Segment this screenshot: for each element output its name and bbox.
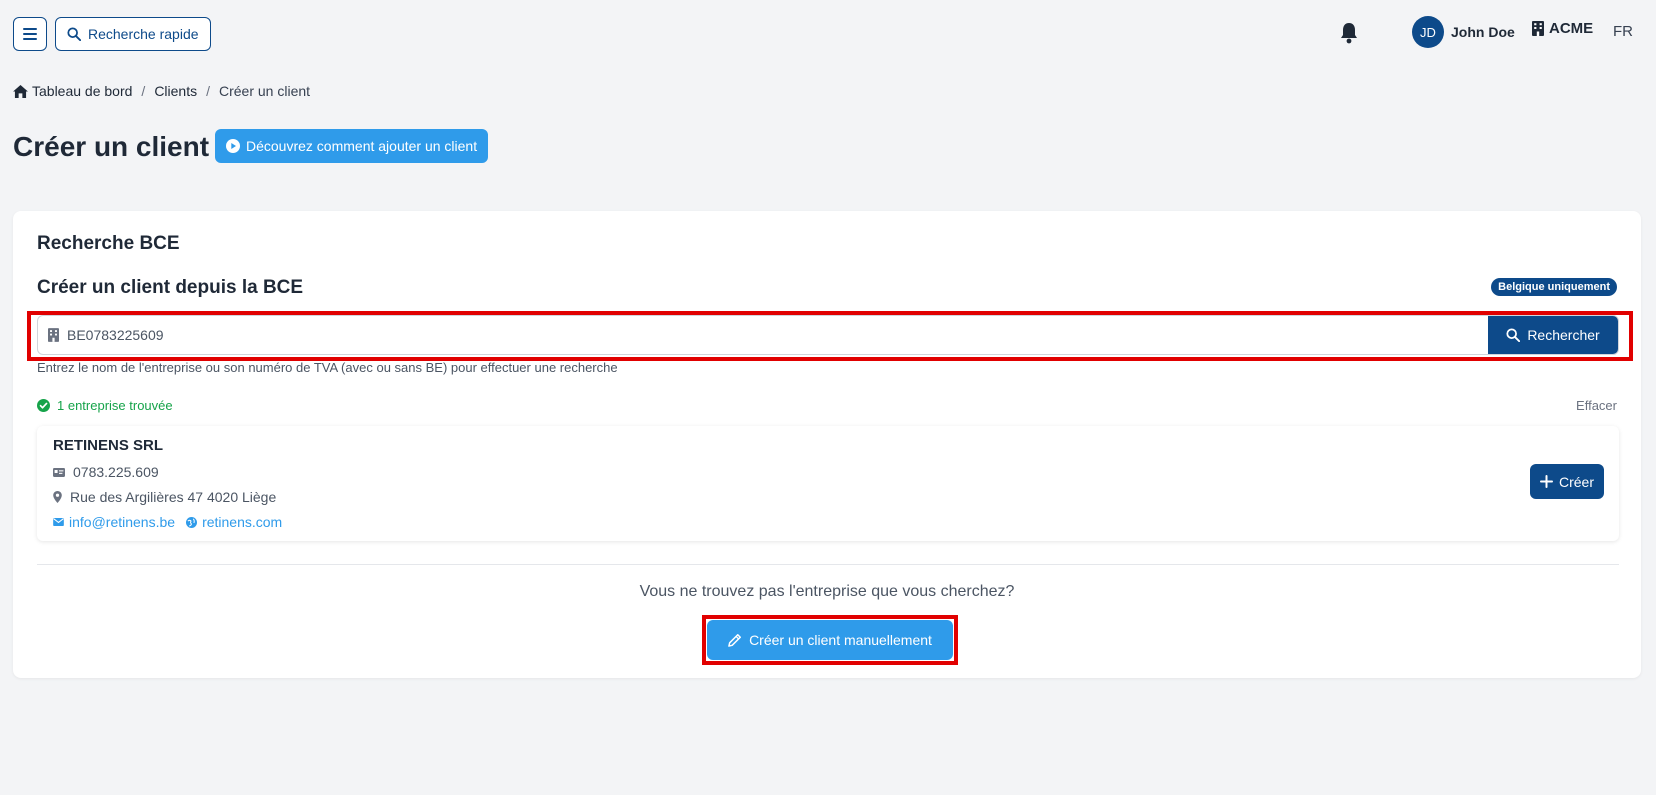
create-client-label: Créer xyxy=(1558,473,1594,490)
search-input-wrapper xyxy=(38,316,1488,354)
company-website-link[interactable]: retinens.com xyxy=(186,514,282,530)
search-help-text: Entrez le nom de l'entreprise ou son num… xyxy=(37,360,618,375)
howto-video-button[interactable]: Découvrez comment ajouter un client xyxy=(215,129,489,163)
clear-results-link[interactable]: Effacer xyxy=(1576,398,1617,413)
language-selector[interactable]: FR xyxy=(1613,23,1633,40)
breadcrumb-item-dashboard[interactable]: Tableau de bord xyxy=(13,83,132,99)
plus-icon xyxy=(1539,475,1553,488)
page-title: Créer un client xyxy=(13,131,210,162)
menu-button[interactable] xyxy=(13,17,47,51)
company-address: Rue des Argilières 47 4020 Liège xyxy=(53,489,276,505)
create-client-manually-button[interactable]: Créer un client manuellement xyxy=(707,620,953,660)
company-vat-value: 0783.225.609 xyxy=(73,464,159,480)
home-icon xyxy=(13,84,28,98)
company-name: RETINENS SRL xyxy=(53,437,164,454)
globe-icon xyxy=(186,516,198,528)
pencil-icon xyxy=(728,633,742,647)
check-circle-icon xyxy=(37,399,50,412)
quick-search-button[interactable]: Recherche rapide xyxy=(55,17,211,51)
building-icon xyxy=(48,328,59,342)
avatar: JD xyxy=(1412,16,1444,48)
howto-video-label: Découvrez comment ajouter un client xyxy=(246,138,478,154)
company-email-link[interactable]: info@retinens.be xyxy=(53,514,175,530)
create-client-manually-label: Créer un client manuellement xyxy=(749,632,932,648)
quick-search-label: Recherche rapide xyxy=(88,26,199,42)
divider xyxy=(37,564,1619,565)
breadcrumb-separator: / xyxy=(206,83,210,99)
not-found-text: Vous ne trouvez pas l'entreprise que vou… xyxy=(639,583,1015,600)
company-name: ACME xyxy=(1549,20,1594,37)
top-bar: Recherche rapide JD John Doe ACME FR xyxy=(0,0,1656,68)
menu-icon xyxy=(23,28,37,40)
breadcrumb-item-clients[interactable]: Clients xyxy=(154,83,197,99)
section-subtitle: Créer un client depuis la BCE xyxy=(37,277,304,298)
breadcrumb-label: Tableau de bord xyxy=(32,83,133,99)
envelope-icon xyxy=(53,518,64,526)
belgium-only-badge: Belgique uniquement xyxy=(1491,278,1617,296)
company-result-card: RETINENS SRL 0783.225.609 Rue des Argili… xyxy=(37,426,1619,541)
bce-search-input[interactable] xyxy=(67,327,1488,343)
search-button-label: Rechercher xyxy=(1527,327,1600,343)
breadcrumb-item-current: Créer un client xyxy=(219,83,311,99)
notifications-button[interactable] xyxy=(1339,22,1361,46)
play-circle-icon xyxy=(226,139,240,153)
search-button[interactable]: Rechercher xyxy=(1488,316,1618,354)
breadcrumb: Tableau de bord / Clients / Créer un cli… xyxy=(13,83,310,99)
company-selector[interactable]: ACME xyxy=(1532,20,1593,37)
company-email-label: info@retinens.be xyxy=(69,514,176,530)
bce-search-card: Recherche BCE Créer un client depuis la … xyxy=(13,211,1641,678)
section-title: Recherche BCE xyxy=(37,233,180,254)
company-address-value: Rue des Argilières 47 4020 Liège xyxy=(70,489,277,505)
company-vat: 0783.225.609 xyxy=(53,464,159,480)
building-icon xyxy=(1532,21,1544,36)
bell-icon xyxy=(1341,23,1357,44)
user-menu[interactable]: JD John Doe xyxy=(1412,16,1515,48)
breadcrumb-separator: / xyxy=(141,83,146,99)
id-card-icon xyxy=(53,467,65,477)
search-icon xyxy=(1506,328,1521,342)
company-contact-links: info@retinens.be retinens.com xyxy=(53,514,282,530)
create-client-button[interactable]: Créer xyxy=(1529,464,1604,499)
map-pin-icon xyxy=(53,491,62,503)
search-icon xyxy=(67,27,81,41)
bce-search-bar: Rechercher xyxy=(37,315,1619,355)
results-count-label: 1 entreprise trouvée xyxy=(57,398,173,413)
user-name: John Doe xyxy=(1451,24,1515,40)
results-count: 1 entreprise trouvée xyxy=(37,398,173,413)
company-website-label: retinens.com xyxy=(202,514,283,530)
